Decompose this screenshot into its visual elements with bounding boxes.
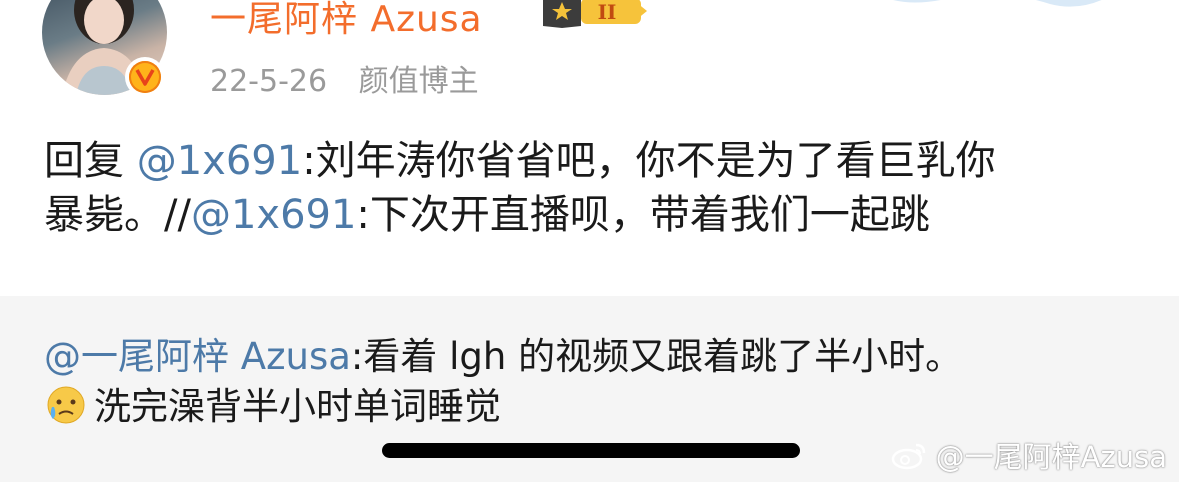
- watermark: @一尾阿梓Azusa: [890, 434, 1167, 476]
- repost-body-text: :看着 lgh 的视频又跟着跳了半小时。: [350, 335, 963, 378]
- post-text: 暴毙。//: [44, 192, 191, 238]
- reply-prefix: 回复: [44, 138, 137, 184]
- verified-badge: [125, 57, 165, 97]
- crying-face-emoji-icon: [47, 386, 85, 424]
- post-body: 回复 @1x691:刘年涛你省省吧，你不是为了看巨乳你 暴毙。//@1x691:…: [44, 134, 1154, 242]
- weibo-logo-icon: [891, 443, 925, 470]
- redaction-bar: [382, 443, 800, 458]
- header-decoration-icon: [893, 0, 1102, 7]
- post-date: 22-5-26: [210, 64, 328, 99]
- repost-body-text: 洗完澡背半小时单词睡觉: [94, 385, 501, 428]
- post-text: :下次开直播呗，带着我们一起跳: [356, 192, 930, 238]
- repost-text: @一尾阿梓 Azusa:看着 lgh 的视频又跟着跳了半小时。 洗完澡背半小时单…: [44, 332, 962, 432]
- post-text: :刘年涛你省省吧，你不是为了看巨乳你: [302, 138, 996, 184]
- repost-author-mention[interactable]: @一尾阿梓 Azusa: [44, 335, 351, 378]
- post-line-1: 回复 @1x691:刘年涛你省省吧，你不是为了看巨乳你: [44, 134, 1154, 188]
- svg-text:II: II: [598, 0, 617, 24]
- verified-v-icon: [135, 69, 155, 86]
- watermark-text: @一尾阿梓Azusa: [935, 440, 1167, 474]
- mention-link[interactable]: @1x691: [137, 138, 302, 184]
- post-line-2: 暴毙。//@1x691:下次开直播呗，带着我们一起跳: [44, 188, 1154, 242]
- repost-line-2: 洗完澡背半小时单词睡觉: [44, 382, 962, 432]
- level-badge-icon: II: [543, 0, 647, 28]
- mention-link[interactable]: @1x691: [191, 192, 356, 238]
- author-tag: 颜值博主: [358, 64, 479, 99]
- repost-line-1: @一尾阿梓 Azusa:看着 lgh 的视频又跟着跳了半小时。: [44, 332, 962, 382]
- author-name[interactable]: 一尾阿梓 Azusa: [210, 0, 483, 42]
- post-meta: 22-5-26 颜值博主: [210, 56, 479, 100]
